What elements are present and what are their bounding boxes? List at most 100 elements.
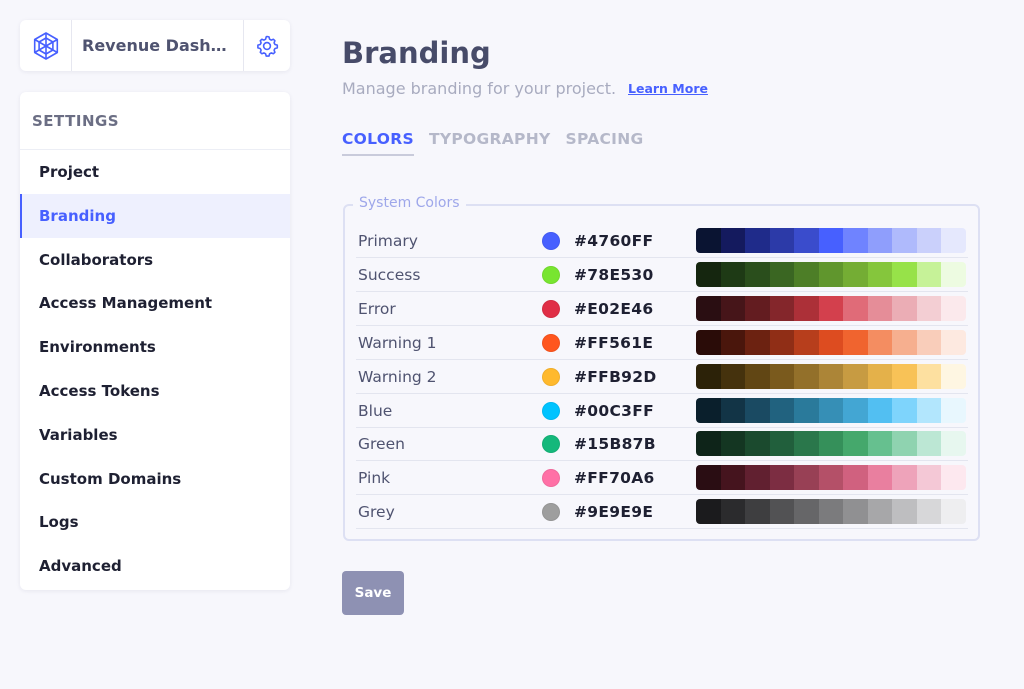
sidebar-item-advanced[interactable]: Advanced xyxy=(20,544,290,588)
palette-swatch xyxy=(843,363,868,389)
page-title: Branding xyxy=(342,36,491,70)
color-swatch-dot[interactable] xyxy=(542,333,560,352)
tab-colors[interactable]: COLORS xyxy=(342,130,414,156)
color-swatch-dot[interactable] xyxy=(542,503,560,522)
palette-swatch xyxy=(720,465,746,491)
color-row-error: Error #E02E46 xyxy=(356,292,968,326)
color-hex-value[interactable]: #E02E46 xyxy=(574,300,653,318)
palette-swatch xyxy=(794,228,819,253)
learn-more-link[interactable]: Learn More xyxy=(628,81,708,96)
palette-swatch xyxy=(769,228,795,253)
palette-swatch xyxy=(941,261,966,287)
palette-swatch xyxy=(818,261,844,287)
palette-swatch xyxy=(818,499,844,525)
color-swatch-dot[interactable] xyxy=(542,299,560,318)
color-name: Grey xyxy=(358,503,395,522)
palette-swatch xyxy=(818,397,844,423)
color-row-primary: Primary #4760FF xyxy=(356,224,968,258)
palette-swatch xyxy=(867,329,893,355)
palette-swatch xyxy=(769,499,795,525)
sidebar-item-environments[interactable]: Environments xyxy=(20,325,290,369)
palette-swatch xyxy=(720,295,746,321)
palette-swatch xyxy=(794,431,819,457)
color-hex-value[interactable]: #FFB92D xyxy=(574,368,657,386)
color-hex-value[interactable]: #4760FF xyxy=(574,232,653,250)
palette-swatch xyxy=(892,261,917,287)
palette-swatch xyxy=(941,431,966,457)
palette-swatch xyxy=(696,329,721,355)
palette-swatch xyxy=(696,363,721,389)
color-row-blue: Blue #00C3FF xyxy=(356,394,968,428)
color-name: Error xyxy=(358,299,396,318)
palette-swatch xyxy=(794,363,819,389)
palette-swatch xyxy=(843,431,868,457)
palette-swatch xyxy=(843,465,868,491)
palette-swatch xyxy=(745,431,770,457)
sidebar-item-collaborators[interactable]: Collaborators xyxy=(20,238,290,282)
sidebar-item-project[interactable]: Project xyxy=(20,150,290,194)
settings-header: SETTINGS xyxy=(20,92,290,150)
palette-swatch xyxy=(892,228,917,253)
network-hexagon-icon xyxy=(20,20,72,71)
color-hex-value[interactable]: #15B87B xyxy=(574,435,656,453)
palette-swatch xyxy=(769,261,795,287)
palette-swatch xyxy=(818,295,844,321)
palette-swatch xyxy=(892,295,917,321)
palette-swatch xyxy=(769,329,795,355)
color-swatch-dot[interactable] xyxy=(542,367,560,386)
palette-swatch xyxy=(941,295,966,321)
sidebar-item-custom-domains[interactable]: Custom Domains xyxy=(20,457,290,501)
palette-swatch xyxy=(867,363,893,389)
branding-tabs: COLORS TYPOGRAPHY SPACING xyxy=(342,130,644,156)
sidebar-item-logs[interactable]: Logs xyxy=(20,500,290,544)
palette-swatch xyxy=(696,465,721,491)
color-name: Success xyxy=(358,265,421,284)
tab-typography[interactable]: TYPOGRAPHY xyxy=(429,130,551,156)
project-switcher[interactable]: Revenue Dashbo... xyxy=(20,20,290,71)
palette-swatch xyxy=(892,363,917,389)
palette-swatch xyxy=(769,397,795,423)
palette-swatch xyxy=(843,499,868,525)
color-swatch-dot[interactable] xyxy=(542,232,560,250)
palette-swatch xyxy=(916,431,942,457)
palette-swatch xyxy=(696,431,721,457)
color-hex-value[interactable]: #00C3FF xyxy=(574,402,654,420)
sidebar-item-access-management[interactable]: Access Management xyxy=(20,281,290,325)
system-colors-panel: System Colors Primary #4760FF Success #78E5… xyxy=(343,195,980,541)
palette-swatch xyxy=(867,465,893,491)
color-name: Green xyxy=(358,435,405,454)
color-palette-strip xyxy=(696,228,966,253)
palette-swatch xyxy=(745,363,770,389)
save-button[interactable]: Save xyxy=(342,571,404,615)
palette-swatch xyxy=(867,397,893,423)
sidebar-item-variables[interactable]: Variables xyxy=(20,413,290,457)
color-hex-value[interactable]: #9E9E9E xyxy=(574,503,653,521)
color-row-warning-1: Warning 1 #FF561E xyxy=(356,326,968,360)
sidebar-item-access-tokens[interactable]: Access Tokens xyxy=(20,369,290,413)
color-swatch-dot[interactable] xyxy=(542,265,560,284)
sidebar-item-branding[interactable]: Branding xyxy=(20,193,290,238)
color-hex-value[interactable]: #FF561E xyxy=(574,334,653,352)
color-swatch-dot[interactable] xyxy=(542,435,560,454)
color-swatch-dot[interactable] xyxy=(542,401,560,420)
palette-swatch xyxy=(745,228,770,253)
color-swatch-dot[interactable] xyxy=(542,469,560,488)
palette-swatch xyxy=(892,431,917,457)
gear-icon[interactable] xyxy=(243,20,290,71)
palette-swatch xyxy=(696,397,721,423)
tab-spacing[interactable]: SPACING xyxy=(566,130,644,156)
palette-swatch xyxy=(916,261,942,287)
palette-swatch xyxy=(794,329,819,355)
palette-swatch xyxy=(892,397,917,423)
palette-swatch xyxy=(720,228,746,253)
settings-sidebar: SETTINGS Project Branding Collaborators … xyxy=(20,92,290,590)
palette-swatch xyxy=(794,261,819,287)
color-hex-value[interactable]: #FF70A6 xyxy=(574,469,655,487)
palette-swatch xyxy=(818,329,844,355)
palette-swatch xyxy=(794,499,819,525)
palette-swatch xyxy=(867,431,893,457)
palette-swatch xyxy=(843,228,868,253)
color-hex-value[interactable]: #78E530 xyxy=(574,266,654,284)
palette-swatch xyxy=(745,465,770,491)
color-row-pink: Pink #FF70A6 xyxy=(356,461,968,496)
